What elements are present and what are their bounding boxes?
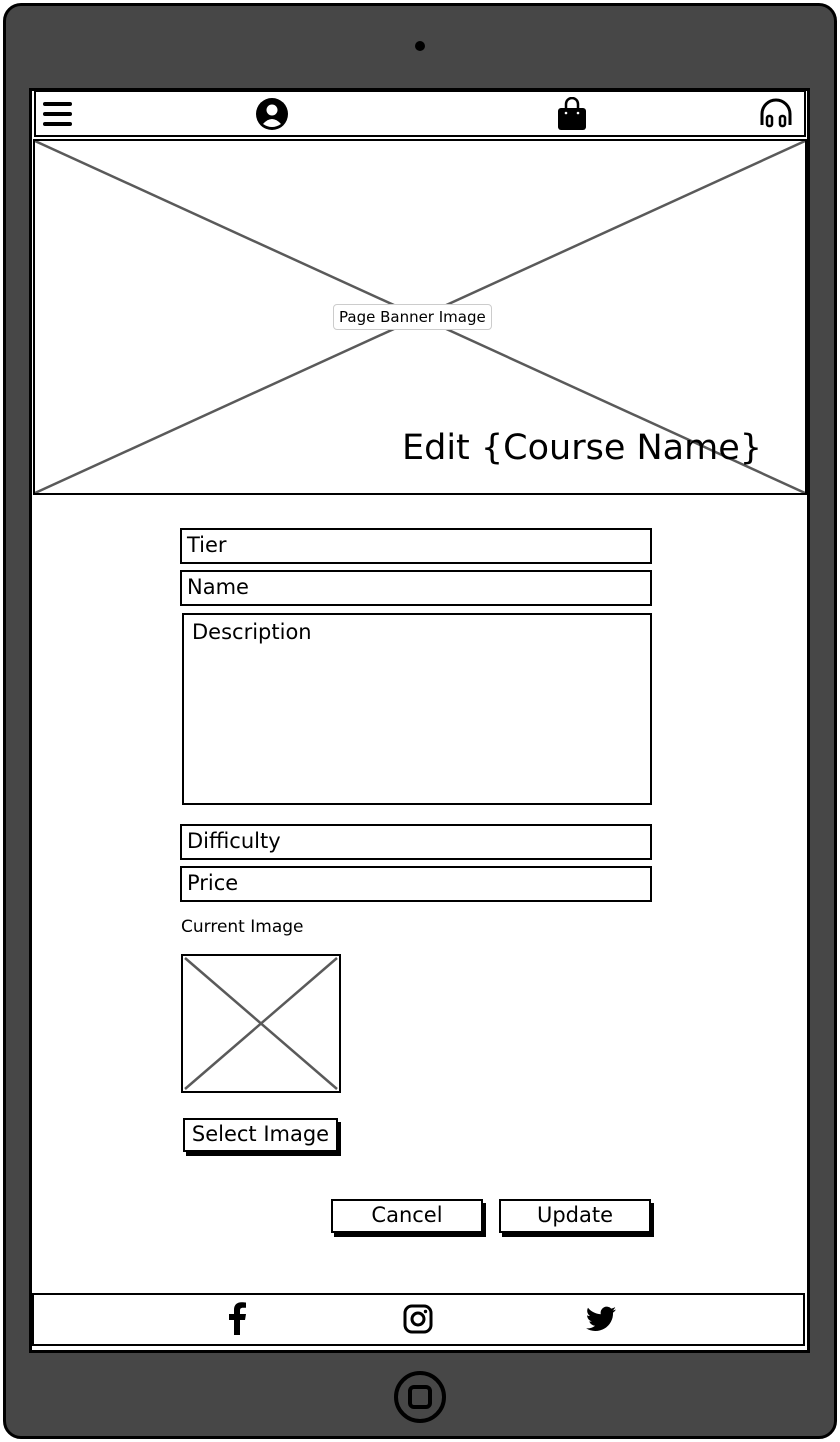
image-placeholder-cross: [184, 957, 338, 1090]
page-title: Edit {Course Name}: [402, 428, 763, 468]
headphones-icon[interactable]: [759, 97, 793, 131]
banner-placeholder-label: Page Banner Image: [333, 304, 492, 330]
user-account-icon[interactable]: [255, 97, 289, 131]
tier-input[interactable]: Tier: [180, 528, 652, 564]
top-nav-bar: [34, 90, 806, 137]
shopping-bag-icon[interactable]: [555, 97, 589, 131]
menu-icon[interactable]: [41, 97, 75, 131]
twitter-icon[interactable]: [584, 1302, 618, 1336]
cancel-button[interactable]: Cancel: [331, 1199, 483, 1233]
current-image-label: Current Image: [181, 917, 304, 937]
instagram-icon[interactable]: [401, 1302, 435, 1336]
camera-dot: [415, 41, 425, 51]
price-input[interactable]: Price: [180, 866, 652, 902]
current-image-thumbnail: [181, 954, 341, 1093]
update-button[interactable]: Update: [499, 1199, 651, 1233]
home-square-icon: [408, 1385, 432, 1409]
description-textarea[interactable]: Description: [182, 613, 652, 805]
select-image-button[interactable]: Select Image: [183, 1118, 338, 1152]
name-input[interactable]: Name: [180, 570, 652, 606]
facebook-icon[interactable]: [221, 1302, 255, 1336]
difficulty-input[interactable]: Difficulty: [180, 824, 652, 860]
